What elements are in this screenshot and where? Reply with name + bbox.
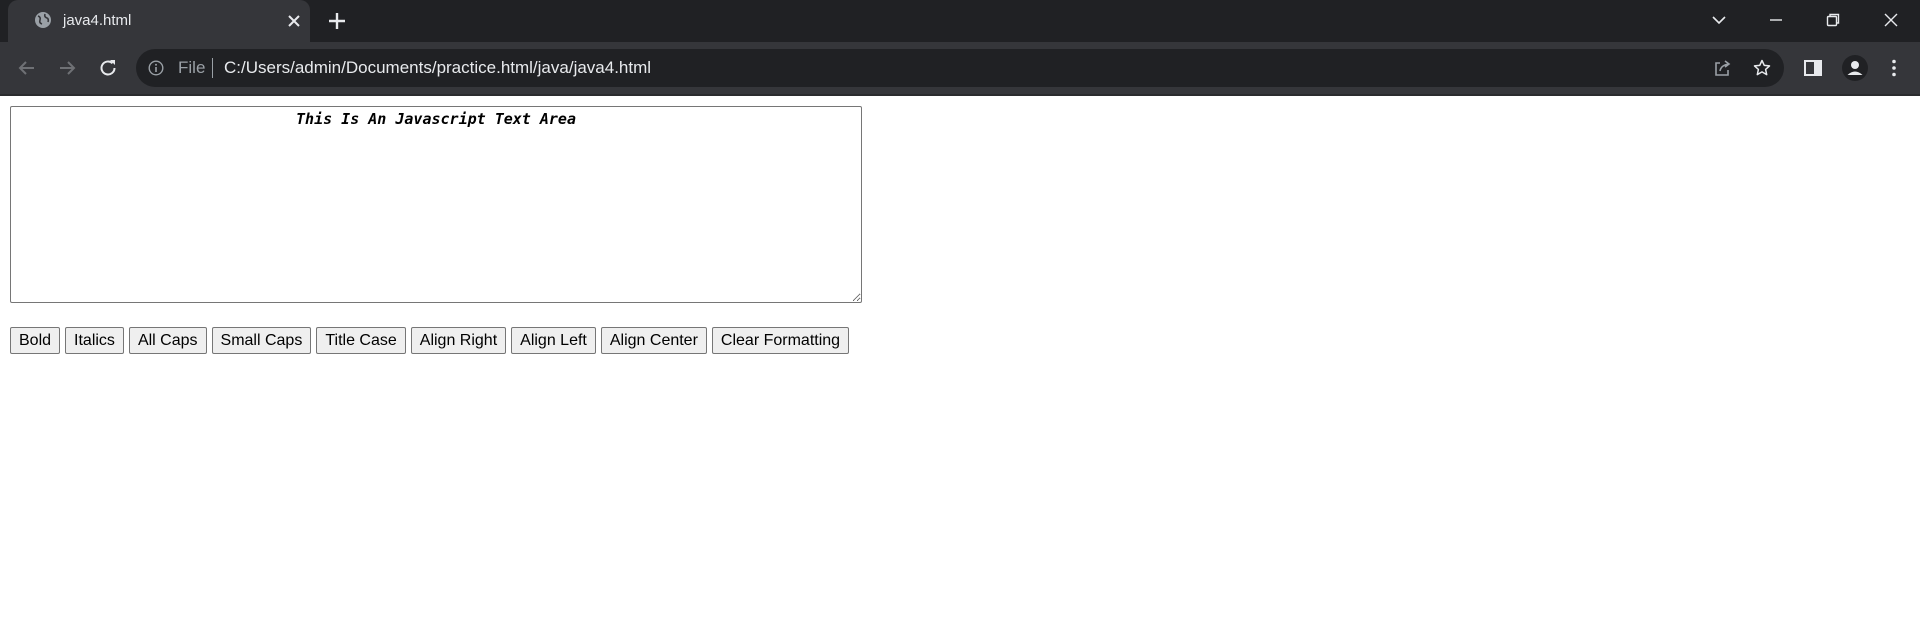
align-center-button[interactable]: Align Center: [600, 327, 707, 354]
clear-formatting-button[interactable]: Clear Formatting: [711, 327, 850, 354]
back-arrow-icon[interactable]: [15, 56, 39, 80]
close-tab-icon[interactable]: [285, 12, 303, 30]
browser-tab[interactable]: java4.html: [8, 0, 310, 42]
restore-icon[interactable]: [1821, 8, 1845, 32]
align-left-button[interactable]: Align Left: [511, 327, 596, 354]
page-content: This Is An Javascript Text Area Bold Ital…: [0, 96, 1920, 630]
small-caps-button[interactable]: Small Caps: [211, 327, 312, 354]
tab-strip: java4.html: [0, 0, 1920, 42]
tab-search-icon[interactable]: [1707, 8, 1731, 32]
url-text[interactable]: C:/Users/admin/Documents/practice.html/j…: [224, 58, 651, 78]
bold-button[interactable]: Bold: [10, 327, 61, 354]
scheme-label: File: [178, 58, 206, 77]
forward-arrow-icon[interactable]: [55, 56, 79, 80]
title-case-button[interactable]: Title Case: [316, 327, 406, 354]
tab-title: java4.html: [63, 12, 132, 29]
side-panel-icon[interactable]: [1801, 56, 1825, 80]
new-tab-icon[interactable]: [326, 10, 348, 32]
italics-button[interactable]: Italics: [65, 327, 124, 354]
info-icon[interactable]: [148, 60, 164, 76]
star-icon[interactable]: [1752, 58, 1772, 78]
all-caps-button[interactable]: All Caps: [128, 327, 207, 354]
text-area[interactable]: This Is An Javascript Text Area: [10, 106, 862, 303]
share-icon[interactable]: [1712, 58, 1732, 78]
close-window-icon[interactable]: [1879, 8, 1903, 32]
profile-icon[interactable]: [1841, 54, 1869, 82]
align-right-button[interactable]: Align Right: [410, 327, 507, 354]
globe-icon: [35, 12, 51, 28]
reload-icon[interactable]: [96, 56, 120, 80]
address-bar[interactable]: File C:/Users/admin/Documents/practice.h…: [136, 49, 1784, 87]
browser-toolbar: File C:/Users/admin/Documents/practice.h…: [0, 42, 1920, 94]
menu-dots-icon[interactable]: [1882, 56, 1906, 80]
formatting-buttons: Bold Italics All Caps Small Caps Title Case A…: [10, 327, 854, 354]
minimize-icon[interactable]: [1764, 8, 1788, 32]
omnibox-separator: [212, 58, 213, 78]
